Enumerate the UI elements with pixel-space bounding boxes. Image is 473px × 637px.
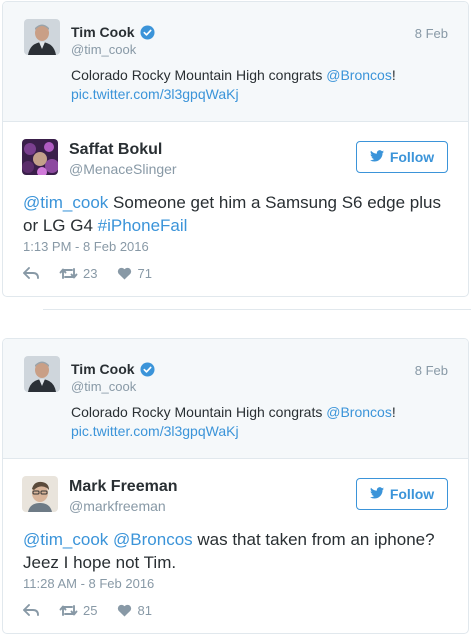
tweet-card: Tim Cook @tim_cook 8 Feb Colorado Rocky … [2,338,469,634]
like-count: 81 [137,603,152,618]
author-handle[interactable]: @MenaceSlinger [69,161,177,177]
avatar[interactable] [24,19,60,55]
author-name-label: Tim Cook [71,24,135,40]
tweet-actions: 23 71 [23,266,172,281]
mention-link[interactable]: @Broncos [326,404,392,420]
verified-badge-icon [140,361,155,377]
avatar[interactable] [24,356,60,392]
hashtag-link[interactable]: #iPhoneFail [98,216,188,235]
media-link[interactable]: pic.twitter.com/3l3gpqWaKj [71,423,239,439]
retweet-button[interactable]: 25 [59,603,97,618]
author-handle[interactable]: @tim_cook [71,42,136,57]
tweet-date[interactable]: 8 Feb [415,363,448,378]
avatar[interactable] [22,476,58,512]
follow-button[interactable]: Follow [356,478,448,510]
reply-icon [23,604,39,617]
reply-button[interactable] [23,267,39,280]
like-button[interactable]: 71 [117,266,152,281]
like-count: 71 [137,266,152,281]
tweet-text-suffix: ! [391,404,396,420]
retweet-count: 23 [83,266,98,281]
mention-link[interactable]: @tim_cook [23,530,108,549]
reply-button[interactable] [23,604,39,617]
like-button[interactable]: 81 [117,603,152,618]
tweet-text: @tim_cook @Broncos was that taken from a… [23,528,453,574]
reply-tweet: Saffat Bokul @MenaceSlinger Follow @tim_… [3,122,468,296]
follow-button[interactable]: Follow [356,141,448,173]
heart-icon [117,604,132,617]
tweet-text-suffix: ! [391,67,396,83]
retweet-count: 25 [83,603,98,618]
heart-icon [117,267,132,280]
author-handle[interactable]: @tim_cook [71,379,136,394]
tweet-timestamp[interactable]: 1:13 PM - 8 Feb 2016 [23,239,149,254]
tweet-date[interactable]: 8 Feb [415,26,448,41]
follow-button-label: Follow [389,486,435,502]
avatar[interactable] [22,139,58,175]
author-name[interactable]: Mark Freeman [69,478,178,496]
media-link[interactable]: pic.twitter.com/3l3gpqWaKj [71,86,239,102]
follow-button-label: Follow [389,149,435,165]
parent-tweet[interactable]: Tim Cook @tim_cook 8 Feb Colorado Rocky … [3,2,468,122]
mention-link[interactable]: @tim_cook [23,193,108,212]
retweet-icon [59,267,78,280]
author-name[interactable]: Tim Cook [71,361,155,377]
retweet-icon [59,604,78,617]
author-name[interactable]: Saffat Bokul [69,141,162,159]
tweet-card: Tim Cook @tim_cook 8 Feb Colorado Rocky … [2,1,469,297]
tweet-text: Colorado Rocky Mountain High congrats @B… [71,403,451,441]
author-name-label: Tim Cook [71,361,135,377]
tweet-timestamp[interactable]: 11:28 AM - 8 Feb 2016 [23,576,154,591]
tweet-text: @tim_cook Someone get him a Samsung S6 e… [23,191,453,237]
tweet-actions: 25 81 [23,603,172,618]
verified-badge-icon [140,24,155,40]
divider [43,309,471,310]
parent-tweet[interactable]: Tim Cook @tim_cook 8 Feb Colorado Rocky … [3,339,468,459]
tweet-text: Colorado Rocky Mountain High congrats @B… [71,66,451,104]
mention-link[interactable]: @Broncos [326,67,392,83]
retweet-button[interactable]: 23 [59,266,97,281]
author-name[interactable]: Tim Cook [71,24,155,40]
tweet-text-body: Colorado Rocky Mountain High congrats [71,67,327,83]
tweet-text-body: Colorado Rocky Mountain High congrats [71,404,327,420]
bird-icon [369,486,384,502]
author-handle[interactable]: @markfreeman [69,498,166,514]
reply-icon [23,267,39,280]
mention-link[interactable]: @Broncos [113,530,193,549]
reply-tweet: Mark Freeman @markfreeman Follow @tim_co… [3,459,468,633]
bird-icon [369,149,384,165]
